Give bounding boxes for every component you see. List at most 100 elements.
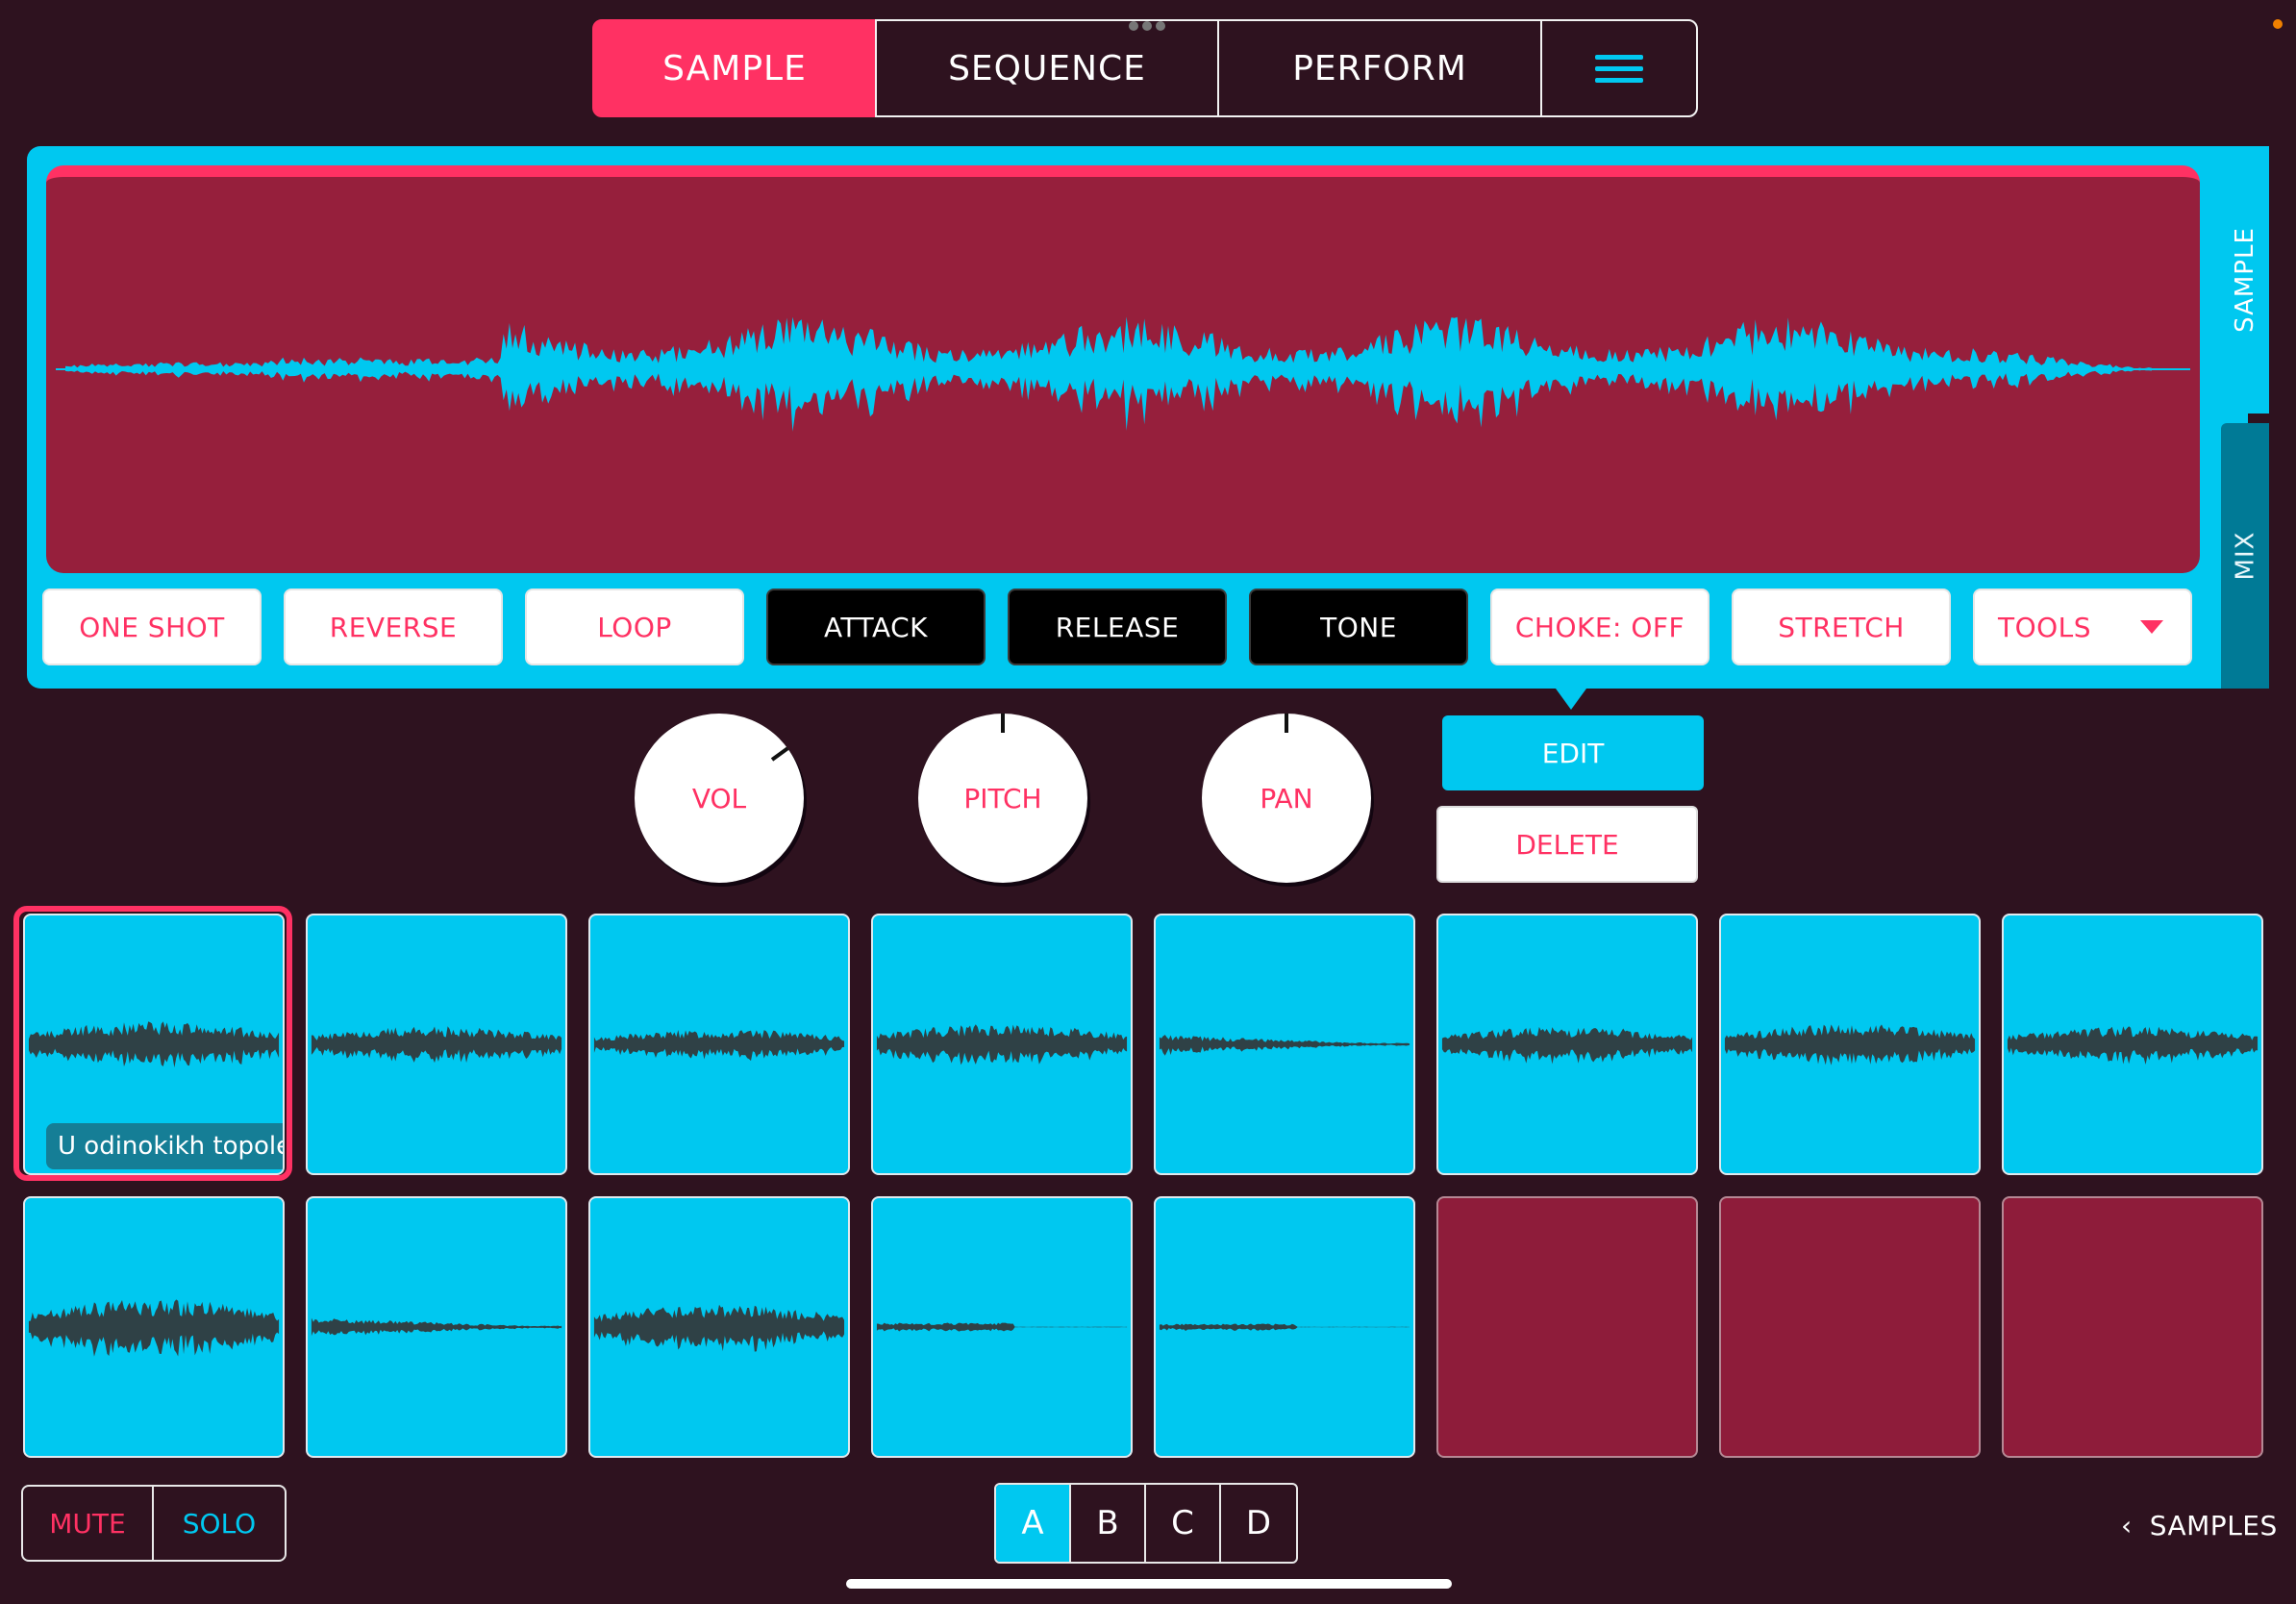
loop-label: LOOP (597, 611, 672, 643)
caret-down-icon (2140, 620, 2163, 634)
solo-label: SOLO (182, 1507, 257, 1540)
main-waveform (56, 316, 2190, 432)
chevron-left-icon: ‹ (2121, 1510, 2133, 1541)
tools-dropdown[interactable]: TOOLS (1973, 589, 2192, 665)
empty-pad[interactable] (1436, 1196, 1698, 1458)
hamburger-icon (1595, 48, 1643, 89)
attack-button[interactable]: ATTACK (766, 589, 986, 665)
loop-button[interactable]: LOOP (525, 589, 744, 665)
pad-waveform-shape (28, 1299, 280, 1357)
sample-pad[interactable] (1436, 914, 1698, 1175)
pad-waveform-shape (1159, 1035, 1410, 1056)
sample-pad[interactable] (2002, 914, 2263, 1175)
vol-knob-label: VOL (691, 782, 747, 815)
sample-pad[interactable] (1154, 1196, 1415, 1458)
mute-solo-group: MUTE SOLO (21, 1485, 287, 1562)
tab-sequence[interactable]: SEQUENCE (875, 19, 1219, 117)
tools-label: TOOLS (1998, 611, 2092, 643)
pad-waveform (311, 1026, 562, 1064)
home-indicator[interactable] (846, 1579, 1452, 1589)
samples-link-label: SAMPLES (2149, 1510, 2278, 1541)
pad-waveform-shape (876, 1024, 1128, 1065)
bank-c-label: C (1171, 1504, 1194, 1542)
empty-pad[interactable] (1719, 1196, 1981, 1458)
bank-a-button[interactable]: A (996, 1485, 1071, 1562)
tab-perform[interactable]: PERFORM (1217, 19, 1542, 117)
waveform-display[interactable] (46, 165, 2200, 573)
pad-waveform (311, 1317, 562, 1337)
vol-knob-indicator (770, 746, 789, 762)
side-tab-sample-label: SAMPLE (2231, 227, 2260, 333)
sample-pad[interactable]: U odinokikh topoley (23, 914, 285, 1175)
popover-pointer (1556, 689, 1586, 710)
pad-waveform-shape (28, 1021, 280, 1068)
sample-pad[interactable] (588, 1196, 850, 1458)
menu-button[interactable] (1540, 19, 1698, 117)
sample-pad[interactable] (306, 1196, 567, 1458)
pad-waveform-shape (2007, 1026, 2259, 1065)
pad-waveform (593, 1030, 845, 1062)
bank-c-button[interactable]: C (1146, 1485, 1221, 1562)
choke-label: CHOKE: OFF (1514, 611, 1685, 643)
stretch-button[interactable]: STRETCH (1732, 589, 1951, 665)
pan-knob[interactable]: PAN (1202, 714, 1371, 883)
sample-pad[interactable] (23, 1196, 285, 1458)
pad-waveform-shape (1159, 1323, 1410, 1331)
tab-perform-label: PERFORM (1292, 48, 1467, 88)
vol-knob[interactable]: VOL (635, 714, 804, 883)
one-shot-label: ONE SHOT (79, 611, 225, 643)
pan-knob-indicator (1285, 714, 1288, 733)
sample-pad[interactable] (1154, 914, 1415, 1175)
pitch-knob-label: PITCH (963, 782, 1042, 815)
pad-waveform-shape (1724, 1024, 1976, 1065)
pad-waveform-shape (593, 1030, 845, 1062)
bank-selector: A B C D (994, 1483, 1298, 1564)
pad-waveform (593, 1304, 845, 1352)
pitch-knob-indicator (1001, 714, 1005, 733)
side-tab-mix-label: MIX (2231, 531, 2260, 581)
edit-button[interactable]: EDIT (1442, 715, 1704, 790)
mute-button[interactable]: MUTE (23, 1487, 154, 1560)
pad-waveform (28, 1299, 280, 1357)
release-button[interactable]: RELEASE (1008, 589, 1227, 665)
pan-knob-label: PAN (1260, 782, 1313, 815)
privacy-indicator (2273, 19, 2283, 29)
pad-waveform (876, 1024, 1128, 1065)
side-tab-sample[interactable]: SAMPLE (2221, 146, 2269, 414)
pad-waveform (2007, 1026, 2259, 1065)
sample-pad[interactable] (588, 914, 850, 1175)
solo-button[interactable]: SOLO (154, 1487, 285, 1560)
sample-pad[interactable] (306, 914, 567, 1175)
pad-waveform-shape (311, 1026, 562, 1064)
pad-waveform (1724, 1024, 1976, 1065)
tab-sample[interactable]: SAMPLE (592, 19, 877, 117)
delete-button[interactable]: DELETE (1436, 806, 1698, 883)
tab-sequence-label: SEQUENCE (948, 48, 1146, 88)
bank-d-button[interactable]: D (1221, 1485, 1296, 1562)
pad-waveform-shape (311, 1317, 562, 1337)
sample-pad[interactable] (871, 914, 1133, 1175)
multitask-dots-icon[interactable] (1127, 16, 1169, 31)
pad-waveform-shape (593, 1304, 845, 1352)
tone-button[interactable]: TONE (1249, 589, 1468, 665)
samples-link[interactable]: ‹ SAMPLES (2121, 1510, 2278, 1541)
one-shot-button[interactable]: ONE SHOT (42, 589, 262, 665)
pad-waveform-shape (1441, 1026, 1693, 1065)
bank-a-label: A (1021, 1504, 1044, 1542)
bank-b-button[interactable]: B (1071, 1485, 1146, 1562)
reverse-button[interactable]: REVERSE (284, 589, 503, 665)
empty-pad[interactable] (2002, 1196, 2263, 1458)
side-tab-mix[interactable]: MIX (2221, 423, 2269, 689)
bank-d-label: D (1245, 1504, 1272, 1542)
waveform-shape (65, 316, 2152, 432)
tab-sample-label: SAMPLE (662, 48, 807, 88)
tone-label: TONE (1320, 611, 1397, 643)
choke-button[interactable]: CHOKE: OFF (1490, 589, 1710, 665)
sample-pad[interactable] (871, 1196, 1133, 1458)
pad-waveform (876, 1322, 1128, 1332)
attack-label: ATTACK (823, 611, 929, 643)
pad-waveform-shape (876, 1322, 1128, 1332)
release-label: RELEASE (1055, 611, 1180, 643)
sample-pad[interactable] (1719, 914, 1981, 1175)
pitch-knob[interactable]: PITCH (918, 714, 1087, 883)
